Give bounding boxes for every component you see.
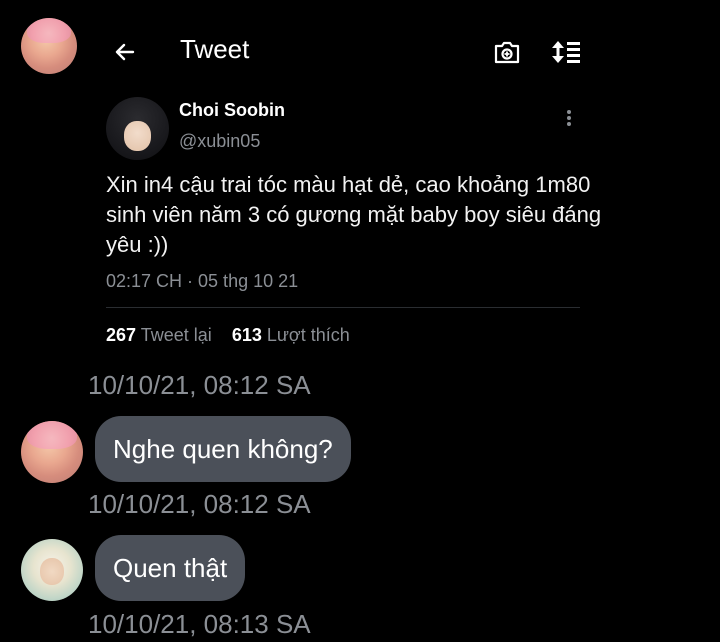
message-timestamp: 10/10/21, 08:12 SA — [88, 489, 311, 519]
camera-add-icon[interactable] — [493, 39, 521, 65]
like-count[interactable]: 613 — [232, 325, 262, 345]
tweet-author-handle[interactable]: @xubin05 — [179, 131, 260, 152]
more-vertical-icon[interactable] — [563, 108, 575, 128]
sender-avatar[interactable] — [21, 421, 83, 483]
tweet-stats: 267 Tweet lại 613 Lượt thích — [106, 325, 350, 346]
tweet-timestamp: 02:17 CH · 05 thg 10 21 — [106, 271, 299, 291]
sort-list-icon[interactable] — [550, 39, 582, 65]
retweet-label[interactable]: Tweet lại — [141, 325, 212, 345]
like-label[interactable]: Lượt thích — [267, 325, 350, 345]
message-timestamp: 10/10/21, 08:12 SA — [88, 370, 311, 400]
tweet-author-name[interactable]: Choi Soobin — [179, 100, 285, 121]
arrow-left-icon[interactable] — [113, 40, 137, 64]
page-title: Tweet — [180, 34, 250, 64]
tweet-author-avatar[interactable] — [106, 97, 169, 160]
retweet-count[interactable]: 267 — [106, 325, 136, 345]
message-timestamp: 10/10/21, 08:13 SA — [88, 609, 311, 639]
sender-avatar-top[interactable] — [21, 18, 77, 74]
tweet-text: Xin in4 cậu trai tóc màu hạt dẻ, cao kho… — [106, 172, 602, 257]
divider — [106, 307, 580, 308]
message-bubble[interactable]: Quen thật — [95, 535, 246, 601]
message-bubble[interactable]: Nghe quen không? — [95, 416, 351, 482]
sender-avatar[interactable] — [21, 539, 83, 601]
